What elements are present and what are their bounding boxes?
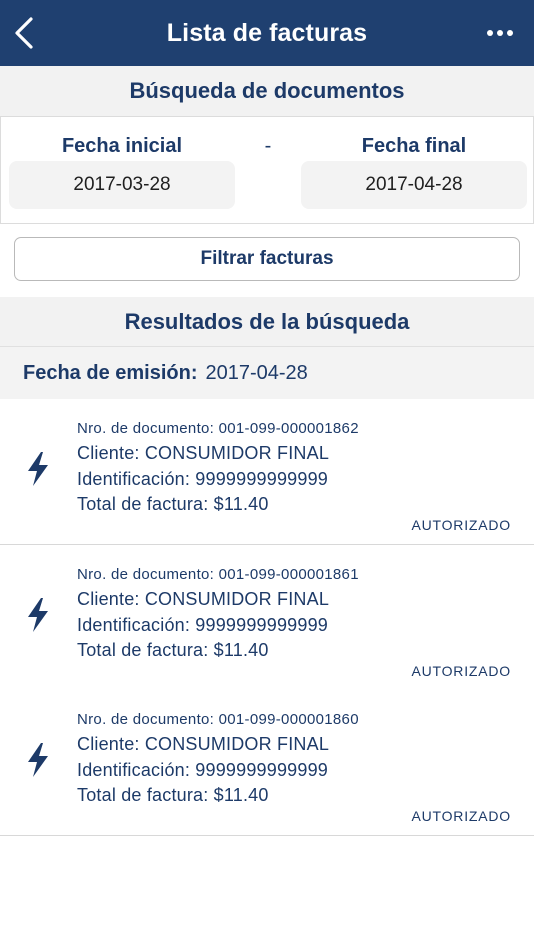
invoice-identification: Identificación: 9999999999999 [77, 469, 329, 489]
end-date-field[interactable]: 2017-04-28 [301, 161, 527, 209]
status-badge: AUTORIZADO [411, 663, 511, 679]
lightning-bolt-icon [28, 743, 48, 777]
invoice-document-number: Nro. de documento: 001-099-000001861 [77, 566, 359, 583]
invoice-row[interactable]: Nro. de documento: 001-099-000001861 Cli… [0, 545, 534, 691]
navbar: Lista de facturas [0, 0, 534, 66]
emission-date-header: Fecha de emisión: 2017-04-28 [0, 346, 534, 400]
more-horizontal-icon [487, 30, 493, 36]
invoice-client: Cliente: CONSUMIDOR FINAL [77, 443, 330, 463]
invoice-client: Cliente: CONSUMIDOR FINAL [77, 734, 330, 754]
emission-date-label: Fecha de emisión: [23, 361, 198, 384]
invoice-document-number: Nro. de documento: 001-099-000001860 [77, 711, 359, 728]
filter-invoices-button[interactable]: Filtrar facturas [14, 237, 520, 281]
invoice-total: Total de factura: $11.40 [77, 494, 269, 514]
invoice-identification: Identificación: 9999999999999 [77, 615, 329, 635]
lightning-bolt-icon [28, 598, 48, 632]
invoice-client: Cliente: CONSUMIDOR FINAL [77, 589, 330, 609]
page-title: Lista de facturas [166, 18, 368, 47]
start-date-label: Fecha inicial [61, 135, 183, 157]
start-date-field[interactable]: 2017-03-28 [9, 161, 235, 209]
invoice-row[interactable]: Nro. de documento: 001-099-000001860 Cli… [0, 690, 534, 836]
invoice-total: Total de factura: $11.40 [77, 785, 269, 805]
emission-date-value: 2017-04-28 [205, 361, 308, 384]
back-button[interactable] [4, 9, 44, 57]
status-badge: AUTORIZADO [411, 808, 511, 824]
more-options-button[interactable] [480, 18, 520, 48]
invoice-row[interactable]: Nro. de documento: 001-099-000001862 Cli… [0, 399, 534, 545]
status-badge: AUTORIZADO [411, 517, 511, 533]
date-separator: - [264, 135, 272, 157]
search-section-title: Búsqueda de documentos [0, 66, 534, 116]
invoice-total: Total de factura: $11.40 [77, 640, 269, 660]
end-date-label: Fecha final [361, 135, 467, 157]
results-section-title: Resultados de la búsqueda [0, 297, 534, 346]
invoice-document-number: Nro. de documento: 001-099-000001862 [77, 420, 359, 437]
lightning-bolt-icon [28, 452, 48, 486]
chevron-left-icon [15, 17, 33, 49]
invoice-identification: Identificación: 9999999999999 [77, 760, 329, 780]
date-range-panel: Fecha inicial 2017-03-28 - Fecha final 2… [0, 116, 534, 224]
